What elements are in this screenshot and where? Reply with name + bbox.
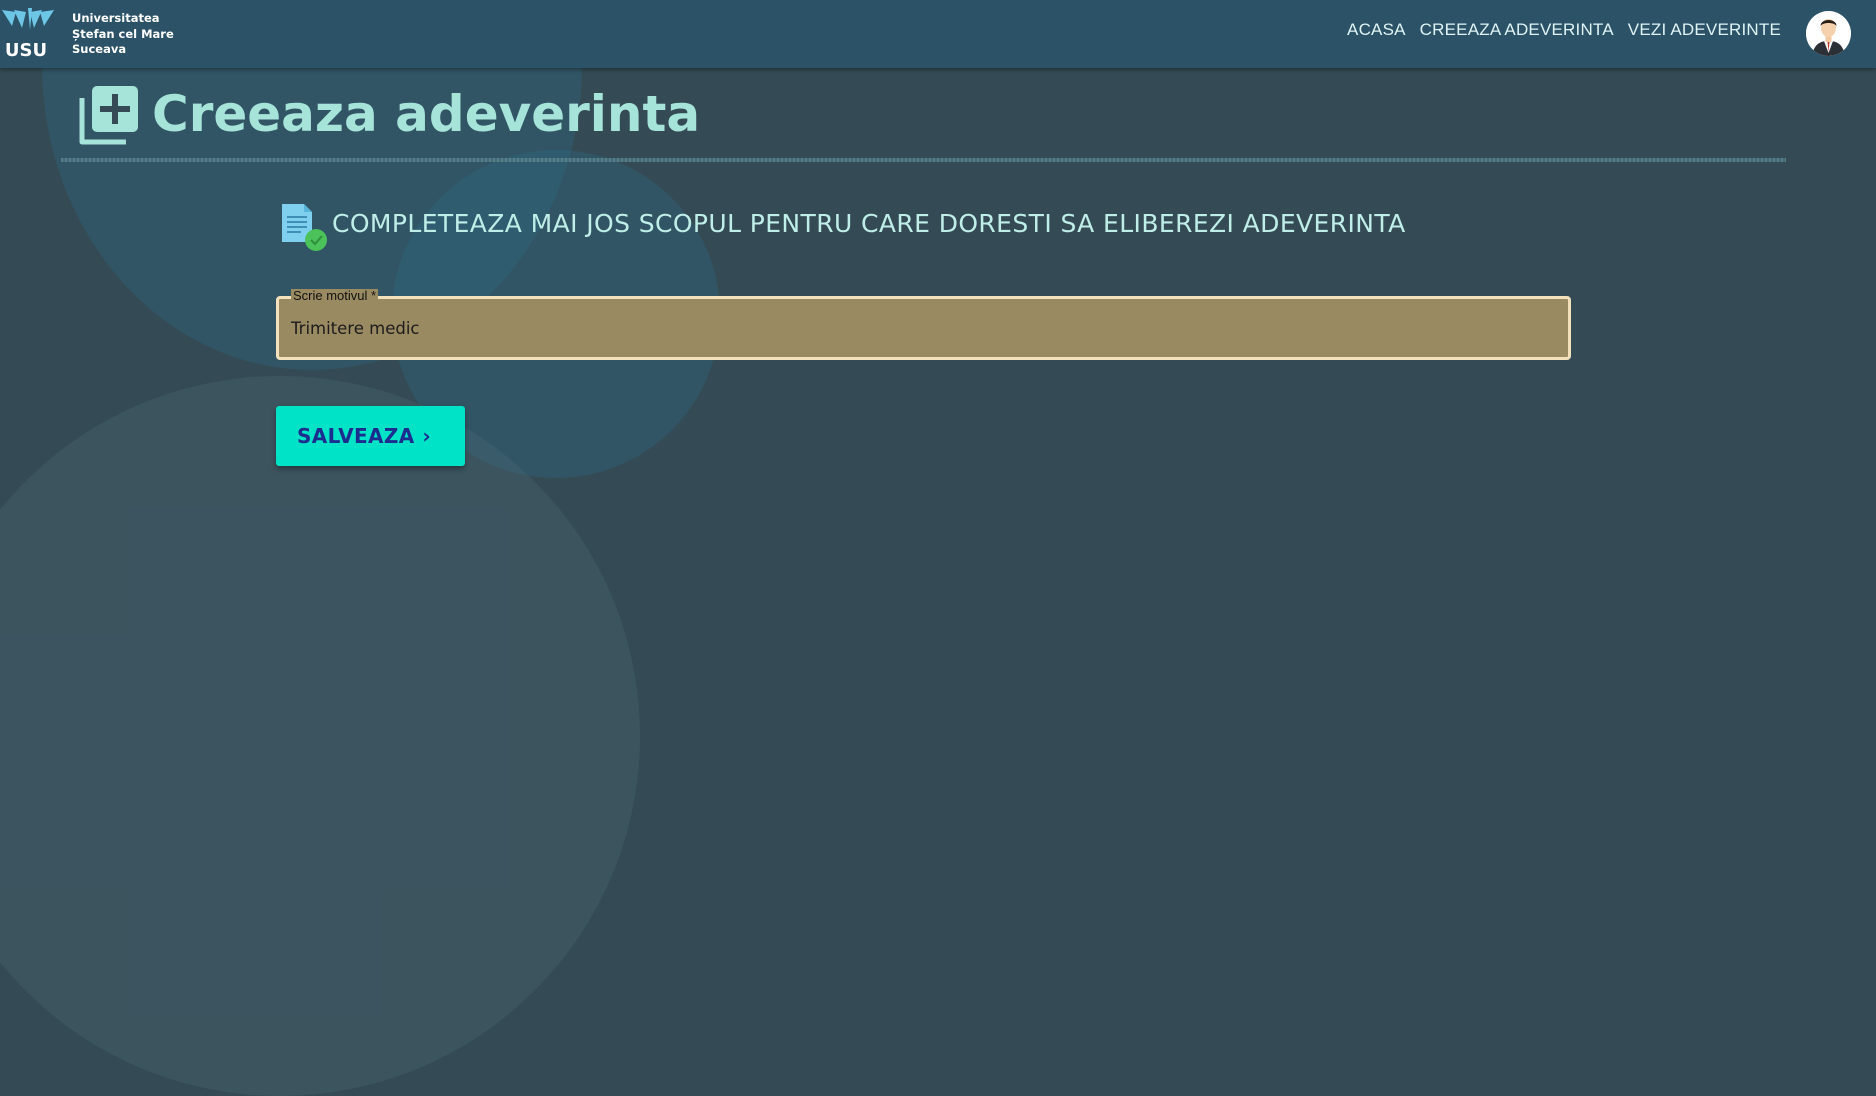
- background-circle: [0, 376, 640, 1096]
- university-name: Universitatea Ștefan cel Mare Suceava: [72, 11, 174, 58]
- form-subtitle: COMPLETEAZA MAI JOS SCOPUL PENTRU CARE D…: [332, 209, 1406, 238]
- page-title: Creeaza adeverinta: [152, 85, 701, 143]
- university-name-line: Universitatea: [72, 11, 160, 25]
- reason-field: Scrie motivul *: [276, 289, 1571, 360]
- main-nav: ACASA CREEAZA ADEVERINTA VEZI ADEVERINTE: [1347, 20, 1781, 40]
- nav-item-vezi-adeverinte[interactable]: VEZI ADEVERINTE: [1628, 20, 1781, 40]
- user-avatar-icon: [1806, 11, 1851, 56]
- university-name-line: Ștefan cel Mare: [72, 26, 174, 41]
- nav-item-acasa[interactable]: ACASA: [1347, 20, 1406, 40]
- nav-item-creeaza-adeverinta[interactable]: CREEAZA ADEVERINTA: [1420, 20, 1614, 40]
- svg-text:USU: USU: [5, 40, 47, 60]
- save-button[interactable]: SALVEAZA ›: [276, 406, 465, 466]
- university-logo[interactable]: USU: [0, 8, 56, 61]
- save-button-label: SALVEAZA: [297, 424, 415, 448]
- university-name-line: Suceava: [72, 42, 127, 56]
- usu-logo-icon: USU: [2, 8, 54, 61]
- reason-input[interactable]: [291, 299, 1551, 357]
- document-check-icon: [278, 200, 330, 252]
- chevron-right-icon: ›: [422, 424, 431, 448]
- user-avatar[interactable]: [1806, 11, 1851, 56]
- add-document-icon: [78, 84, 140, 146]
- title-divider: [61, 158, 1786, 162]
- top-navbar: USU Universitatea Ștefan cel Mare Suceav…: [0, 0, 1876, 68]
